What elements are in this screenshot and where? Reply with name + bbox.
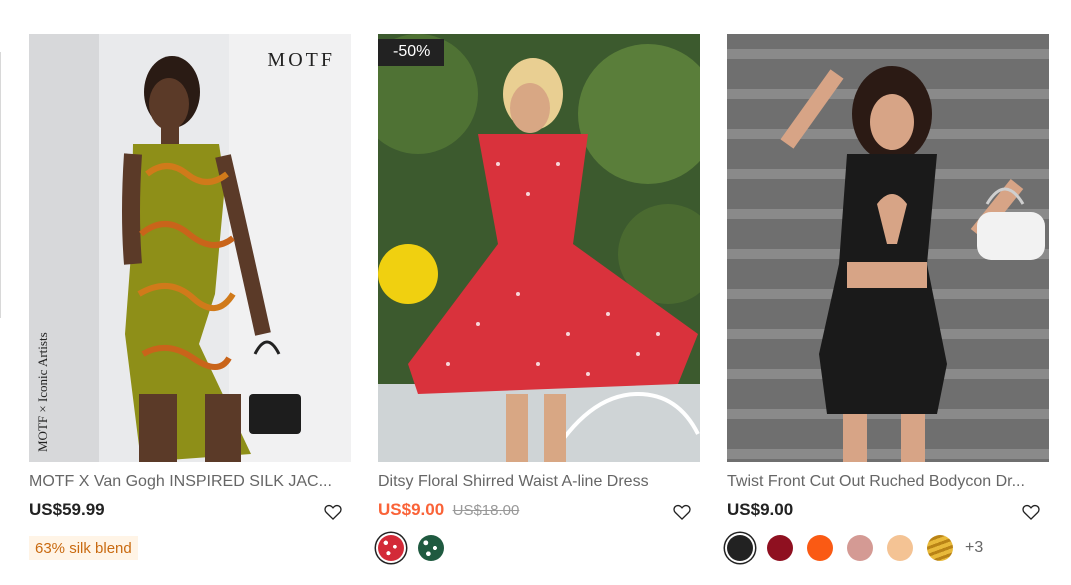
price-row: US$59.99 xyxy=(29,500,351,526)
more-colors-count[interactable]: +3 xyxy=(965,539,983,557)
product-image[interactable]: MOTF MOTF × Iconic Artists xyxy=(29,34,351,462)
product-card[interactable]: -50% Ditsy Floral Shirred Waist A-line D… xyxy=(378,34,700,561)
discount-badge: -50% xyxy=(378,39,445,66)
heart-outline-icon[interactable] xyxy=(1021,502,1041,522)
product-photo xyxy=(727,34,1049,462)
product-image[interactable]: -50% xyxy=(378,34,700,462)
heart-outline-icon[interactable] xyxy=(323,502,343,522)
product-card[interactable]: MOTF MOTF × Iconic Artists MOTF X Van Go… xyxy=(29,34,351,561)
swatch-burgundy[interactable] xyxy=(767,535,793,561)
swatch-peach[interactable] xyxy=(887,535,913,561)
swatch-red-floral[interactable] xyxy=(378,535,404,561)
price-row: US$9.00 US$18.00 xyxy=(378,500,700,526)
price-row: US$9.00 xyxy=(727,500,1049,526)
material-tag: 63% silk blend xyxy=(29,536,138,560)
sale-price: US$9.00 xyxy=(378,500,445,519)
swatch-gold[interactable] xyxy=(927,535,953,561)
heart-outline-icon[interactable] xyxy=(672,502,692,522)
color-swatches: +3 xyxy=(727,535,1049,561)
product-grid: MOTF MOTF × Iconic Artists MOTF X Van Go… xyxy=(29,34,1049,561)
color-swatches xyxy=(378,535,700,561)
swatch-black[interactable] xyxy=(727,535,753,561)
swatch-orange[interactable] xyxy=(807,535,833,561)
product-price: US$59.99 xyxy=(29,500,105,519)
product-photo xyxy=(29,34,351,462)
product-price: US$9.00 xyxy=(727,500,794,519)
product-title[interactable]: Ditsy Floral Shirred Waist A-line Dress xyxy=(378,473,696,491)
swatch-dusty-pink[interactable] xyxy=(847,535,873,561)
swatch-green-floral[interactable] xyxy=(418,535,444,561)
brand-collab-mark: MOTF × Iconic Artists xyxy=(35,332,50,452)
product-card[interactable]: Twist Front Cut Out Ruched Bodycon Dr...… xyxy=(727,34,1049,561)
product-title[interactable]: Twist Front Cut Out Ruched Bodycon Dr... xyxy=(727,473,1045,491)
product-title[interactable]: MOTF X Van Gogh INSPIRED SILK JAC... xyxy=(29,473,347,491)
brand-mark: MOTF xyxy=(267,49,335,71)
product-photo xyxy=(378,34,700,462)
product-image[interactable] xyxy=(727,34,1049,462)
page-edge-divider xyxy=(0,52,1,318)
original-price: US$18.00 xyxy=(452,502,520,519)
